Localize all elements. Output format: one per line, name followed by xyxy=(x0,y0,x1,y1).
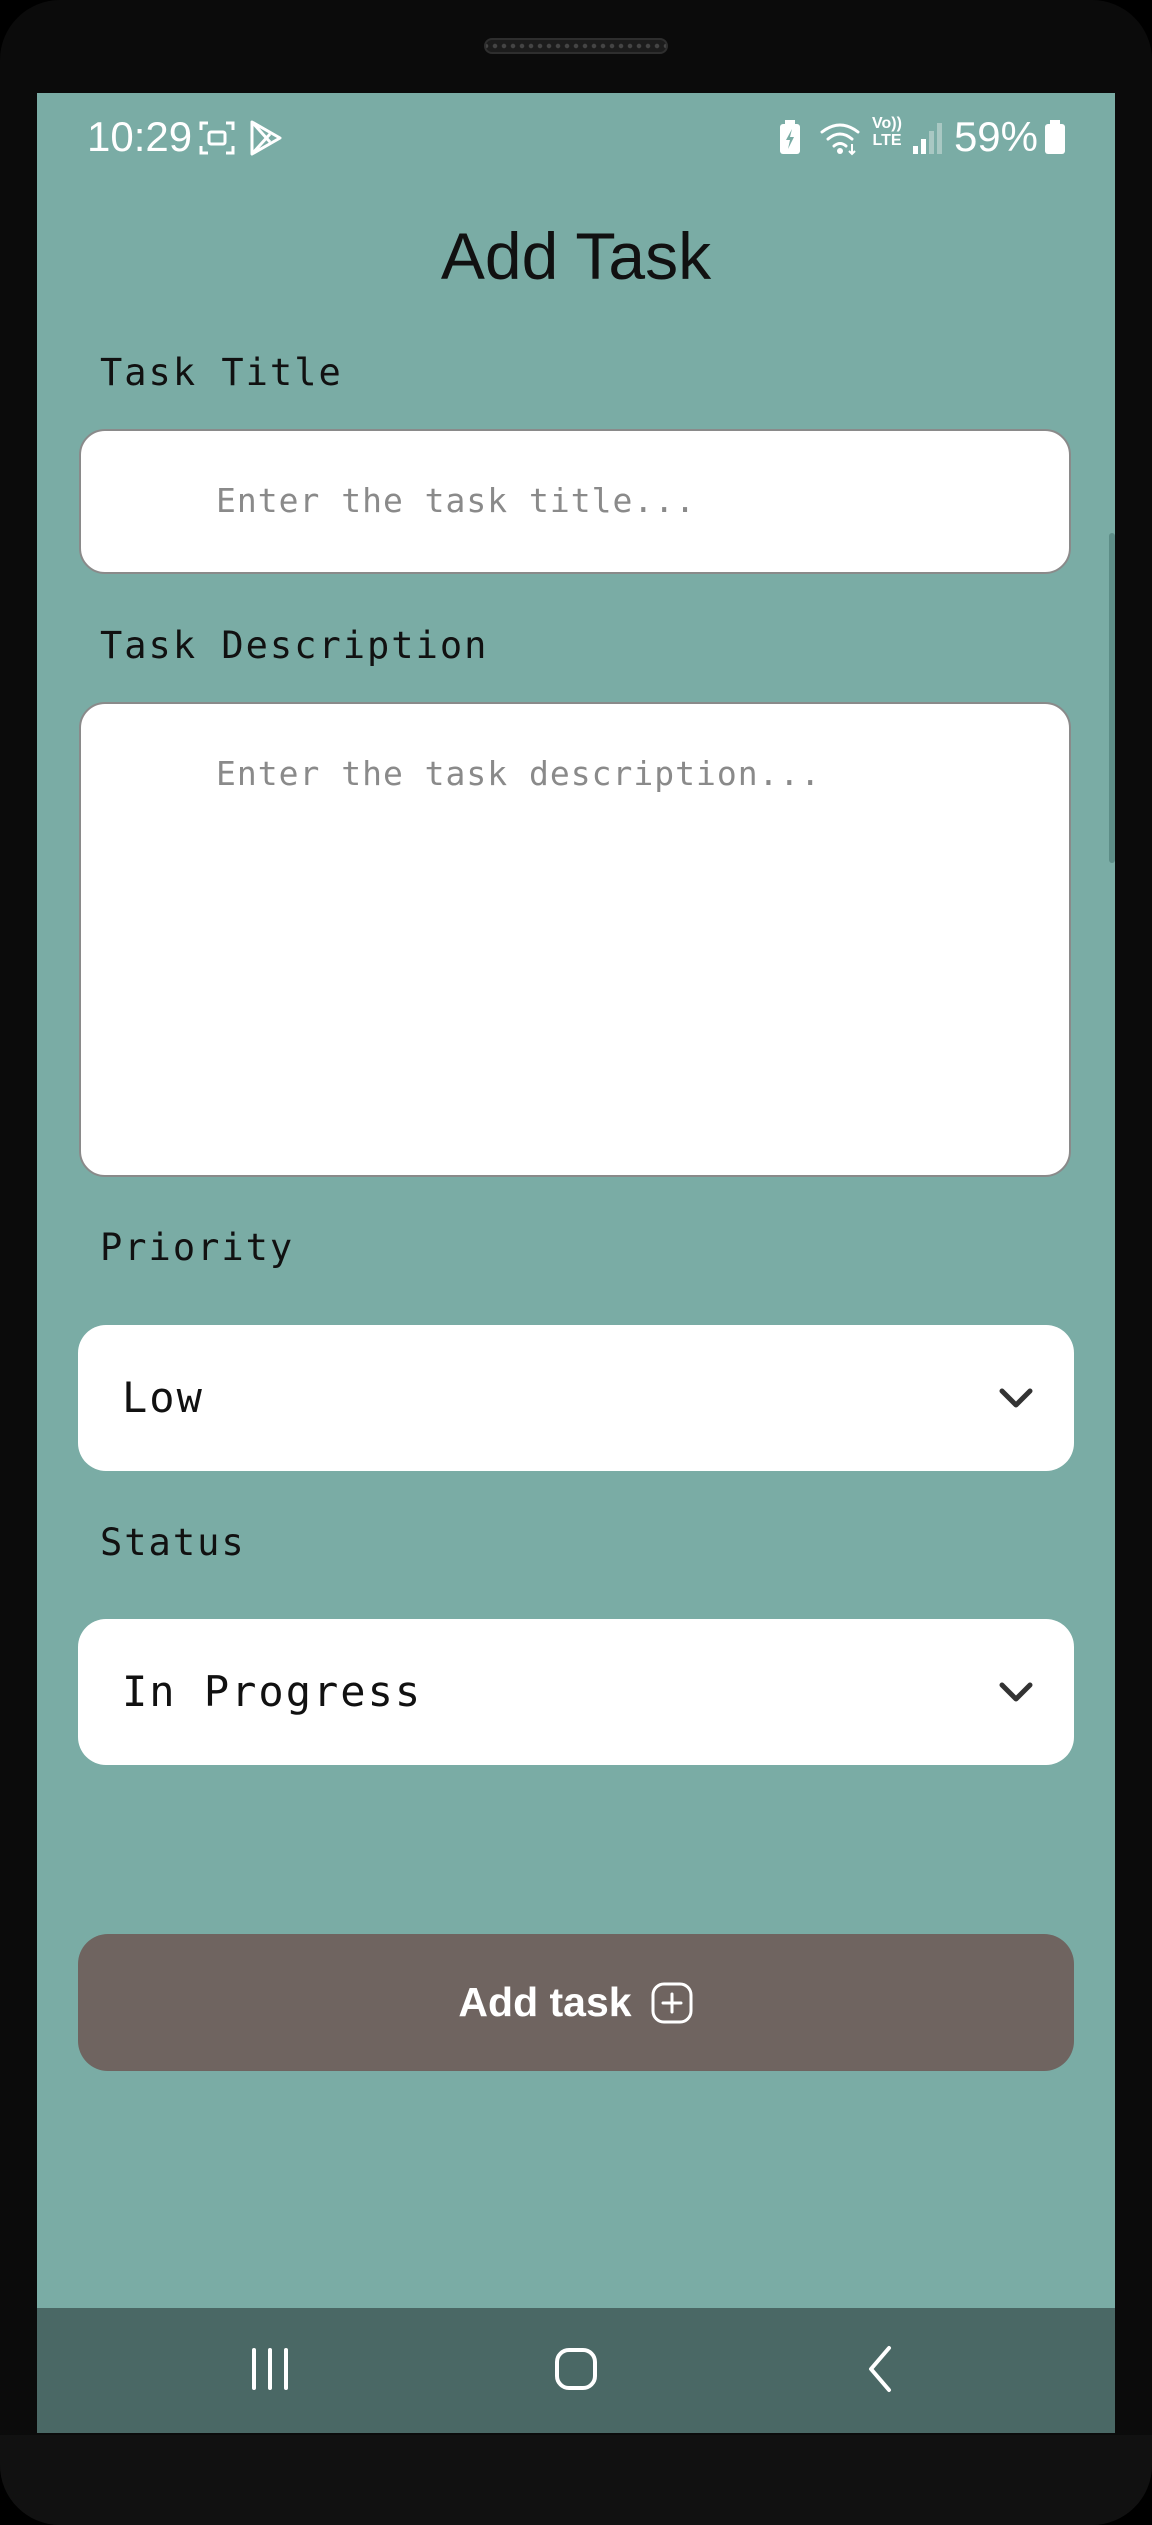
phone-frame-bottom xyxy=(0,2435,1152,2525)
recents-icon[interactable] xyxy=(230,2340,310,2400)
earpiece-speaker xyxy=(484,38,668,54)
wifi-icon xyxy=(820,123,860,156)
home-icon[interactable] xyxy=(536,2340,616,2400)
chevron-down-icon xyxy=(999,1682,1033,1702)
battery-icon xyxy=(1045,120,1065,154)
battery-saver-icon xyxy=(780,120,800,154)
task-title-placeholder: Enter the task title... xyxy=(216,481,696,520)
status-time: 10:29 xyxy=(87,113,193,160)
task-description-placeholder: Enter the task description... xyxy=(216,754,822,793)
task-title-label: Task Title xyxy=(100,351,343,394)
add-task-button-label: Add task xyxy=(458,1979,632,2025)
status-select[interactable]: In Progress xyxy=(78,1619,1074,1765)
status-label: Status xyxy=(100,1521,246,1564)
add-task-button[interactable]: Add task xyxy=(78,1934,1074,2071)
volte-icon: Vo)) LTE xyxy=(872,115,902,149)
page-title: Add Task xyxy=(440,219,712,293)
battery-percent: 59% xyxy=(953,113,1038,160)
task-description-input[interactable]: Enter the task description... xyxy=(79,702,1071,1177)
priority-label: Priority xyxy=(100,1226,295,1269)
scroll-indicator xyxy=(1109,533,1115,863)
system-nav-bar xyxy=(37,2308,1115,2433)
status-bar: 10:29 Vo)) LTE 59% xyxy=(37,93,1115,188)
priority-select[interactable]: Low xyxy=(78,1325,1074,1471)
signal-icon xyxy=(913,123,942,154)
add-square-icon xyxy=(651,1982,693,2023)
screenshot-icon xyxy=(199,121,235,155)
app-screen: 10:29 Vo)) LTE 59% Add Task Task Title E… xyxy=(37,93,1115,2433)
priority-value: Low xyxy=(122,1373,204,1422)
status-value: In Progress xyxy=(122,1667,423,1716)
back-icon[interactable] xyxy=(841,2340,921,2400)
chevron-down-icon xyxy=(999,1388,1033,1408)
task-title-input[interactable]: Enter the task title... xyxy=(79,429,1071,574)
task-description-label: Task Description xyxy=(100,624,489,667)
play-store-icon xyxy=(250,120,282,156)
